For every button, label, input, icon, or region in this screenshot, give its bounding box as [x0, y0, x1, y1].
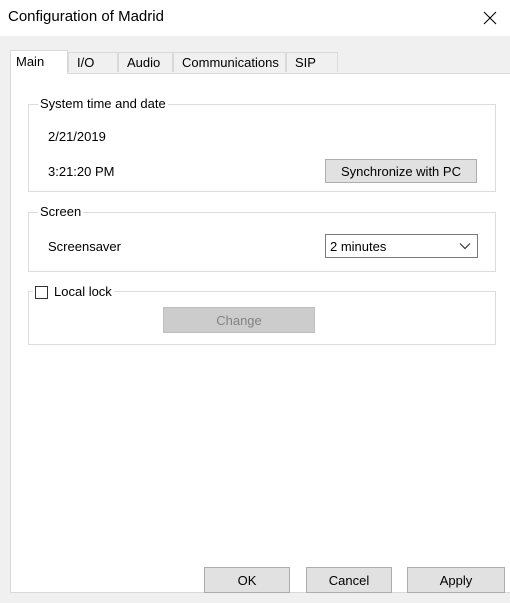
close-button[interactable]: [470, 0, 510, 36]
tab-communications[interactable]: Communications: [173, 52, 286, 72]
configuration-dialog: Configuration of Madrid Main I/O Audio C…: [0, 0, 510, 603]
close-icon: [483, 11, 497, 25]
system-time-caption: System time and date: [38, 96, 168, 112]
ok-button[interactable]: OK: [204, 567, 290, 593]
local-lock-label: Local lock: [54, 284, 112, 299]
change-button: Change: [163, 307, 315, 333]
screensaver-label: Screensaver: [48, 239, 121, 254]
tab-sip[interactable]: SIP: [286, 52, 338, 72]
window-title: Configuration of Madrid: [8, 8, 164, 25]
chevron-down-icon: [459, 243, 471, 250]
title-bar: Configuration of Madrid: [0, 0, 510, 36]
apply-button[interactable]: Apply: [407, 567, 505, 593]
tab-panel-main: System time and date 2/21/2019 3:21:20 P…: [10, 73, 510, 593]
tab-audio[interactable]: Audio: [118, 52, 173, 72]
screen-caption: Screen: [38, 204, 84, 220]
tab-io[interactable]: I/O: [68, 52, 118, 72]
synchronize-button[interactable]: Synchronize with PC: [325, 159, 477, 183]
system-time: 3:21:20 PM: [48, 164, 115, 179]
screensaver-dropdown[interactable]: 2 minutes: [325, 234, 478, 258]
system-date: 2/21/2019: [48, 129, 106, 144]
screensaver-value: 2 minutes: [330, 239, 387, 254]
local-lock-checkbox[interactable]: [35, 285, 48, 299]
tab-main[interactable]: Main: [10, 50, 68, 74]
cancel-button[interactable]: Cancel: [306, 567, 392, 593]
local-lock-header: Local lock: [33, 284, 114, 300]
